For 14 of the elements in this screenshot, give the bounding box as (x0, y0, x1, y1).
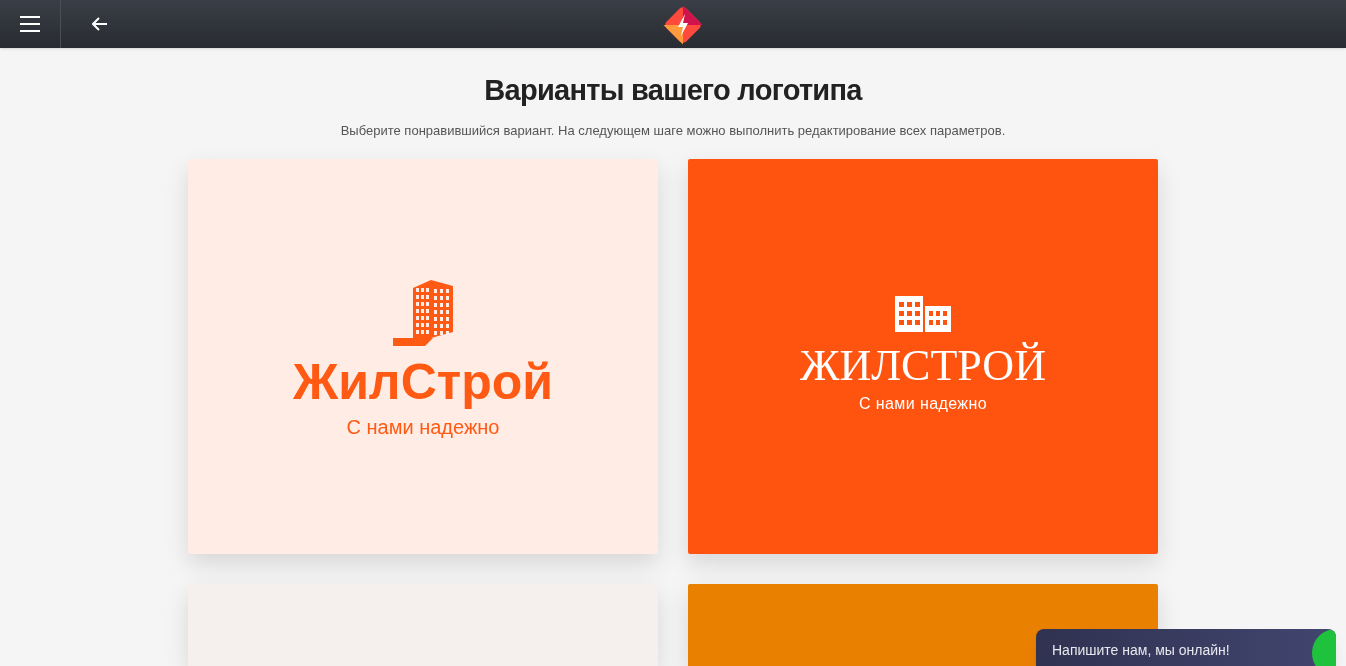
logo-tagline: С нами надежно (346, 415, 500, 440)
logo-name: ЖИЛСТРОЙ (800, 342, 1046, 390)
page-title: Варианты вашего логотипа (484, 73, 862, 108)
chat-label: Напишите нам, мы онлайн! (1052, 641, 1230, 660)
logo-name: ЖилСтрой (292, 354, 554, 410)
logo-card[interactable]: ЖилСтрой С нами надежно (188, 158, 658, 554)
logo-card[interactable]: ЖИЛСТРОЙ С нами надежно (688, 158, 1158, 554)
back-button[interactable] (91, 15, 109, 33)
page-subtitle: Выберите понравившийся вариант. На следующем шаге можно выполнить редактирование всех параметров. (340, 122, 1006, 140)
buildings-icon (895, 296, 951, 332)
menu-button[interactable] (20, 16, 40, 32)
building-icon (393, 280, 453, 348)
logo-tagline: С нами надежно (859, 394, 987, 414)
chat-toast[interactable]: Напишите нам, мы онлайн! (1036, 629, 1336, 666)
